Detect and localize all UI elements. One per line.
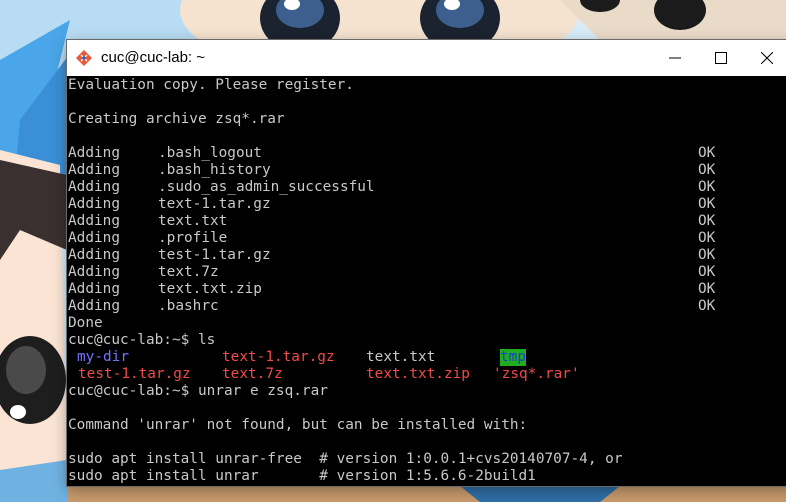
- adding-file: text-1.tar.gz: [158, 196, 271, 212]
- close-button[interactable]: [744, 40, 786, 76]
- adding-file: .bash_history: [158, 162, 271, 178]
- terminal-window: cuc@cuc-lab: ~ Evaluation copy. Please r…: [67, 40, 786, 486]
- terminal-output[interactable]: Evaluation copy. Please register. Creati…: [67, 76, 786, 486]
- adding-verb: Adding: [68, 230, 120, 246]
- adding-status: OK: [698, 179, 716, 195]
- terminal-line: Command 'unrar' not found, but can be in…: [68, 417, 528, 433]
- adding-verb: Adding: [68, 179, 120, 195]
- maximize-button[interactable]: [698, 40, 744, 76]
- shell-prompt: cuc@cuc-lab:~$ ls: [68, 332, 216, 348]
- adding-status: OK: [698, 196, 716, 212]
- adding-row: Adding .sudo_as_admin_successful OK: [68, 179, 715, 196]
- ls-entry-archive: text.7z: [222, 366, 283, 382]
- maximize-icon: [715, 52, 727, 64]
- adding-file: text.txt.zip: [158, 281, 262, 297]
- ls-entry-archive: test-1.tar.gz: [78, 366, 191, 382]
- adding-verb: Adding: [68, 145, 120, 161]
- adding-verb: Adding: [68, 196, 120, 212]
- ls-entry-archive: 'zsq*.rar': [493, 366, 580, 382]
- minimize-icon: [669, 57, 681, 59]
- adding-status: OK: [698, 298, 716, 314]
- adding-row: Adding text.txt.zip OK: [68, 281, 715, 298]
- adding-file: .bash_logout: [158, 145, 262, 161]
- adding-file: .sudo_as_admin_successful: [158, 179, 375, 195]
- adding-verb: Adding: [68, 247, 120, 263]
- adding-verb: Adding: [68, 298, 120, 314]
- close-icon: [761, 52, 773, 64]
- adding-status: OK: [698, 264, 716, 280]
- adding-verb: Adding: [68, 264, 120, 280]
- git-bash-icon: [76, 50, 92, 66]
- adding-status: OK: [698, 281, 716, 297]
- adding-row: Adding text-1.tar.gz OK: [68, 196, 715, 213]
- window-title: cuc@cuc-lab: ~: [101, 49, 206, 66]
- ls-entry-archive: text.txt.zip: [366, 366, 470, 382]
- ls-entry-file: text.txt: [366, 349, 436, 365]
- adding-status: OK: [698, 213, 716, 229]
- adding-file: .profile: [158, 230, 228, 246]
- adding-row: Adding text.txt OK: [68, 213, 715, 230]
- ls-output-row: my-dir text-1.tar.gz text.txt tmp: [68, 349, 526, 366]
- adding-row: Adding test-1.tar.gz OK: [68, 247, 715, 264]
- adding-row: Adding .bash_logout OK: [68, 145, 715, 162]
- terminal-line: sudo apt install unrar # version 1:5.6.6…: [68, 468, 536, 484]
- terminal-line: Creating archive zsq*.rar: [68, 111, 285, 127]
- terminal-line: Evaluation copy. Please register.: [68, 77, 354, 93]
- ls-output-row: test-1.tar.gz text.7z text.txt.zip 'zsq*…: [68, 366, 580, 383]
- adding-row: Adding .profile OK: [68, 230, 715, 247]
- ls-entry-archive: text-1.tar.gz: [222, 349, 335, 365]
- adding-status: OK: [698, 145, 716, 161]
- minimize-button[interactable]: [652, 40, 698, 76]
- adding-row: Adding .bash_history OK: [68, 162, 715, 179]
- shell-prompt: cuc@cuc-lab:~$ unrar e zsq.rar: [68, 383, 328, 399]
- adding-status: OK: [698, 162, 716, 178]
- ls-entry-tmp-directory: tmp: [500, 349, 526, 366]
- adding-file: .bashrc: [158, 298, 219, 314]
- adding-verb: Adding: [68, 213, 120, 229]
- adding-file: test-1.tar.gz: [158, 247, 271, 263]
- adding-status: OK: [698, 247, 716, 263]
- terminal-line: Done: [68, 315, 103, 331]
- adding-verb: Adding: [68, 281, 120, 297]
- adding-status: OK: [698, 230, 716, 246]
- adding-file: text.7z: [158, 264, 219, 280]
- terminal-line: sudo apt install unrar-free # version 1:…: [68, 451, 623, 467]
- adding-file: text.txt: [158, 213, 228, 229]
- title-bar[interactable]: cuc@cuc-lab: ~: [67, 40, 786, 76]
- adding-verb: Adding: [68, 162, 120, 178]
- adding-row: Adding text.7z OK: [68, 264, 715, 281]
- adding-row: Adding .bashrc OK: [68, 298, 715, 315]
- ls-entry-directory: my-dir: [77, 349, 129, 365]
